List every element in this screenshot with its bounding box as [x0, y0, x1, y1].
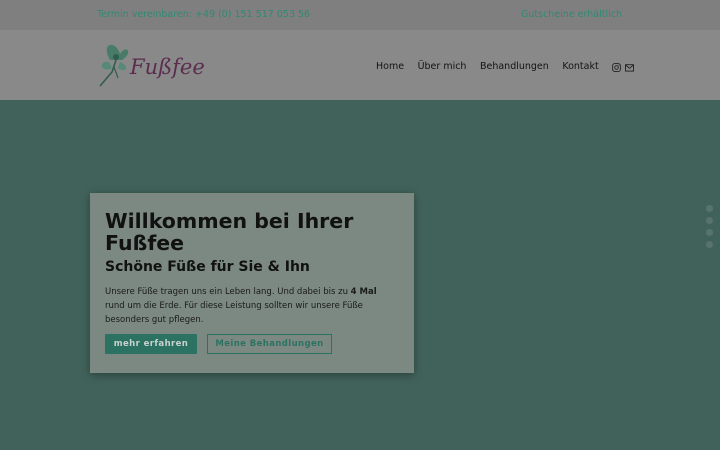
mail-icon[interactable]: [625, 57, 635, 76]
main-nav: Home Über mich Behandlungen Kontakt: [376, 59, 638, 73]
hero-title: Willkommen bei Ihrer Fußfee: [105, 209, 354, 255]
nav-item-home[interactable]: Home: [376, 61, 404, 72]
slider-dots: [706, 205, 713, 253]
top-bar: Termin vereinbaren: +49 (0) 151 517 053 …: [0, 0, 720, 30]
instagram-icon[interactable]: [612, 57, 622, 76]
nav-item-treatments[interactable]: Behandlungen: [480, 61, 549, 72]
hero-text: Unsere Füße tragen uns ein Leben lang. U…: [105, 287, 377, 325]
hero-subtitle: Schöne Füße für Sie & Ihn: [105, 259, 310, 275]
site-header: Fußfee Home Über mich Behandlungen Konta…: [0, 30, 720, 100]
nav-item-about[interactable]: Über mich: [418, 61, 467, 72]
slider-dot[interactable]: [706, 217, 713, 224]
vouchers-link[interactable]: Gutscheine erhältlich: [521, 9, 622, 20]
slider-dot[interactable]: [706, 241, 713, 248]
logo-text: Fußfee: [130, 55, 205, 79]
site-logo[interactable]: Fußfee: [96, 40, 205, 90]
slider-dot[interactable]: [706, 229, 713, 236]
nav-item-contact[interactable]: Kontakt: [562, 61, 598, 72]
slider-dot[interactable]: [706, 205, 713, 212]
my-treatments-button[interactable]: Meine Behandlungen: [207, 334, 332, 354]
learn-more-button[interactable]: mehr erfahren: [105, 334, 197, 354]
phone-link[interactable]: Termin vereinbaren: +49 (0) 151 517 053 …: [97, 9, 310, 20]
hero-card: Willkommen bei Ihrer Fußfee Schöne Füße …: [90, 193, 414, 373]
highlight-text: 4 Mal: [350, 287, 377, 297]
